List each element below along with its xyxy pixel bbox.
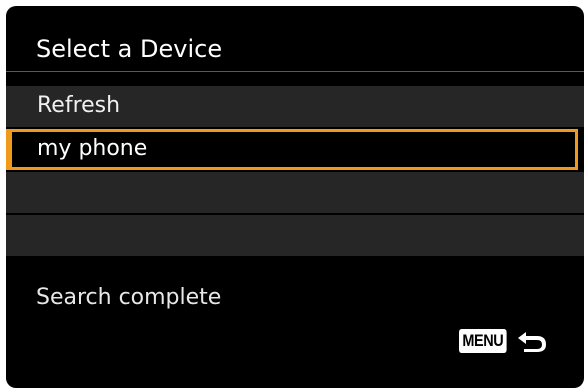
list-item-empty <box>6 215 584 256</box>
menu-back-button[interactable]: MENU <box>459 329 549 353</box>
list-item-my-phone[interactable]: my phone <box>6 129 578 170</box>
return-arrow-icon <box>518 332 547 352</box>
screen-title: Select a Device <box>36 35 223 63</box>
device-list: Refresh my phone <box>6 86 584 258</box>
status-text: Search complete <box>36 285 222 310</box>
list-item-label: my phone <box>37 136 148 161</box>
menu-label: MENU <box>459 329 507 353</box>
list-item-label: Refresh <box>37 93 121 118</box>
camera-screen: Select a Device Refresh my phone Search … <box>6 6 584 388</box>
title-divider <box>6 71 584 72</box>
list-item-empty <box>6 172 584 213</box>
list-item-refresh[interactable]: Refresh <box>6 86 584 127</box>
